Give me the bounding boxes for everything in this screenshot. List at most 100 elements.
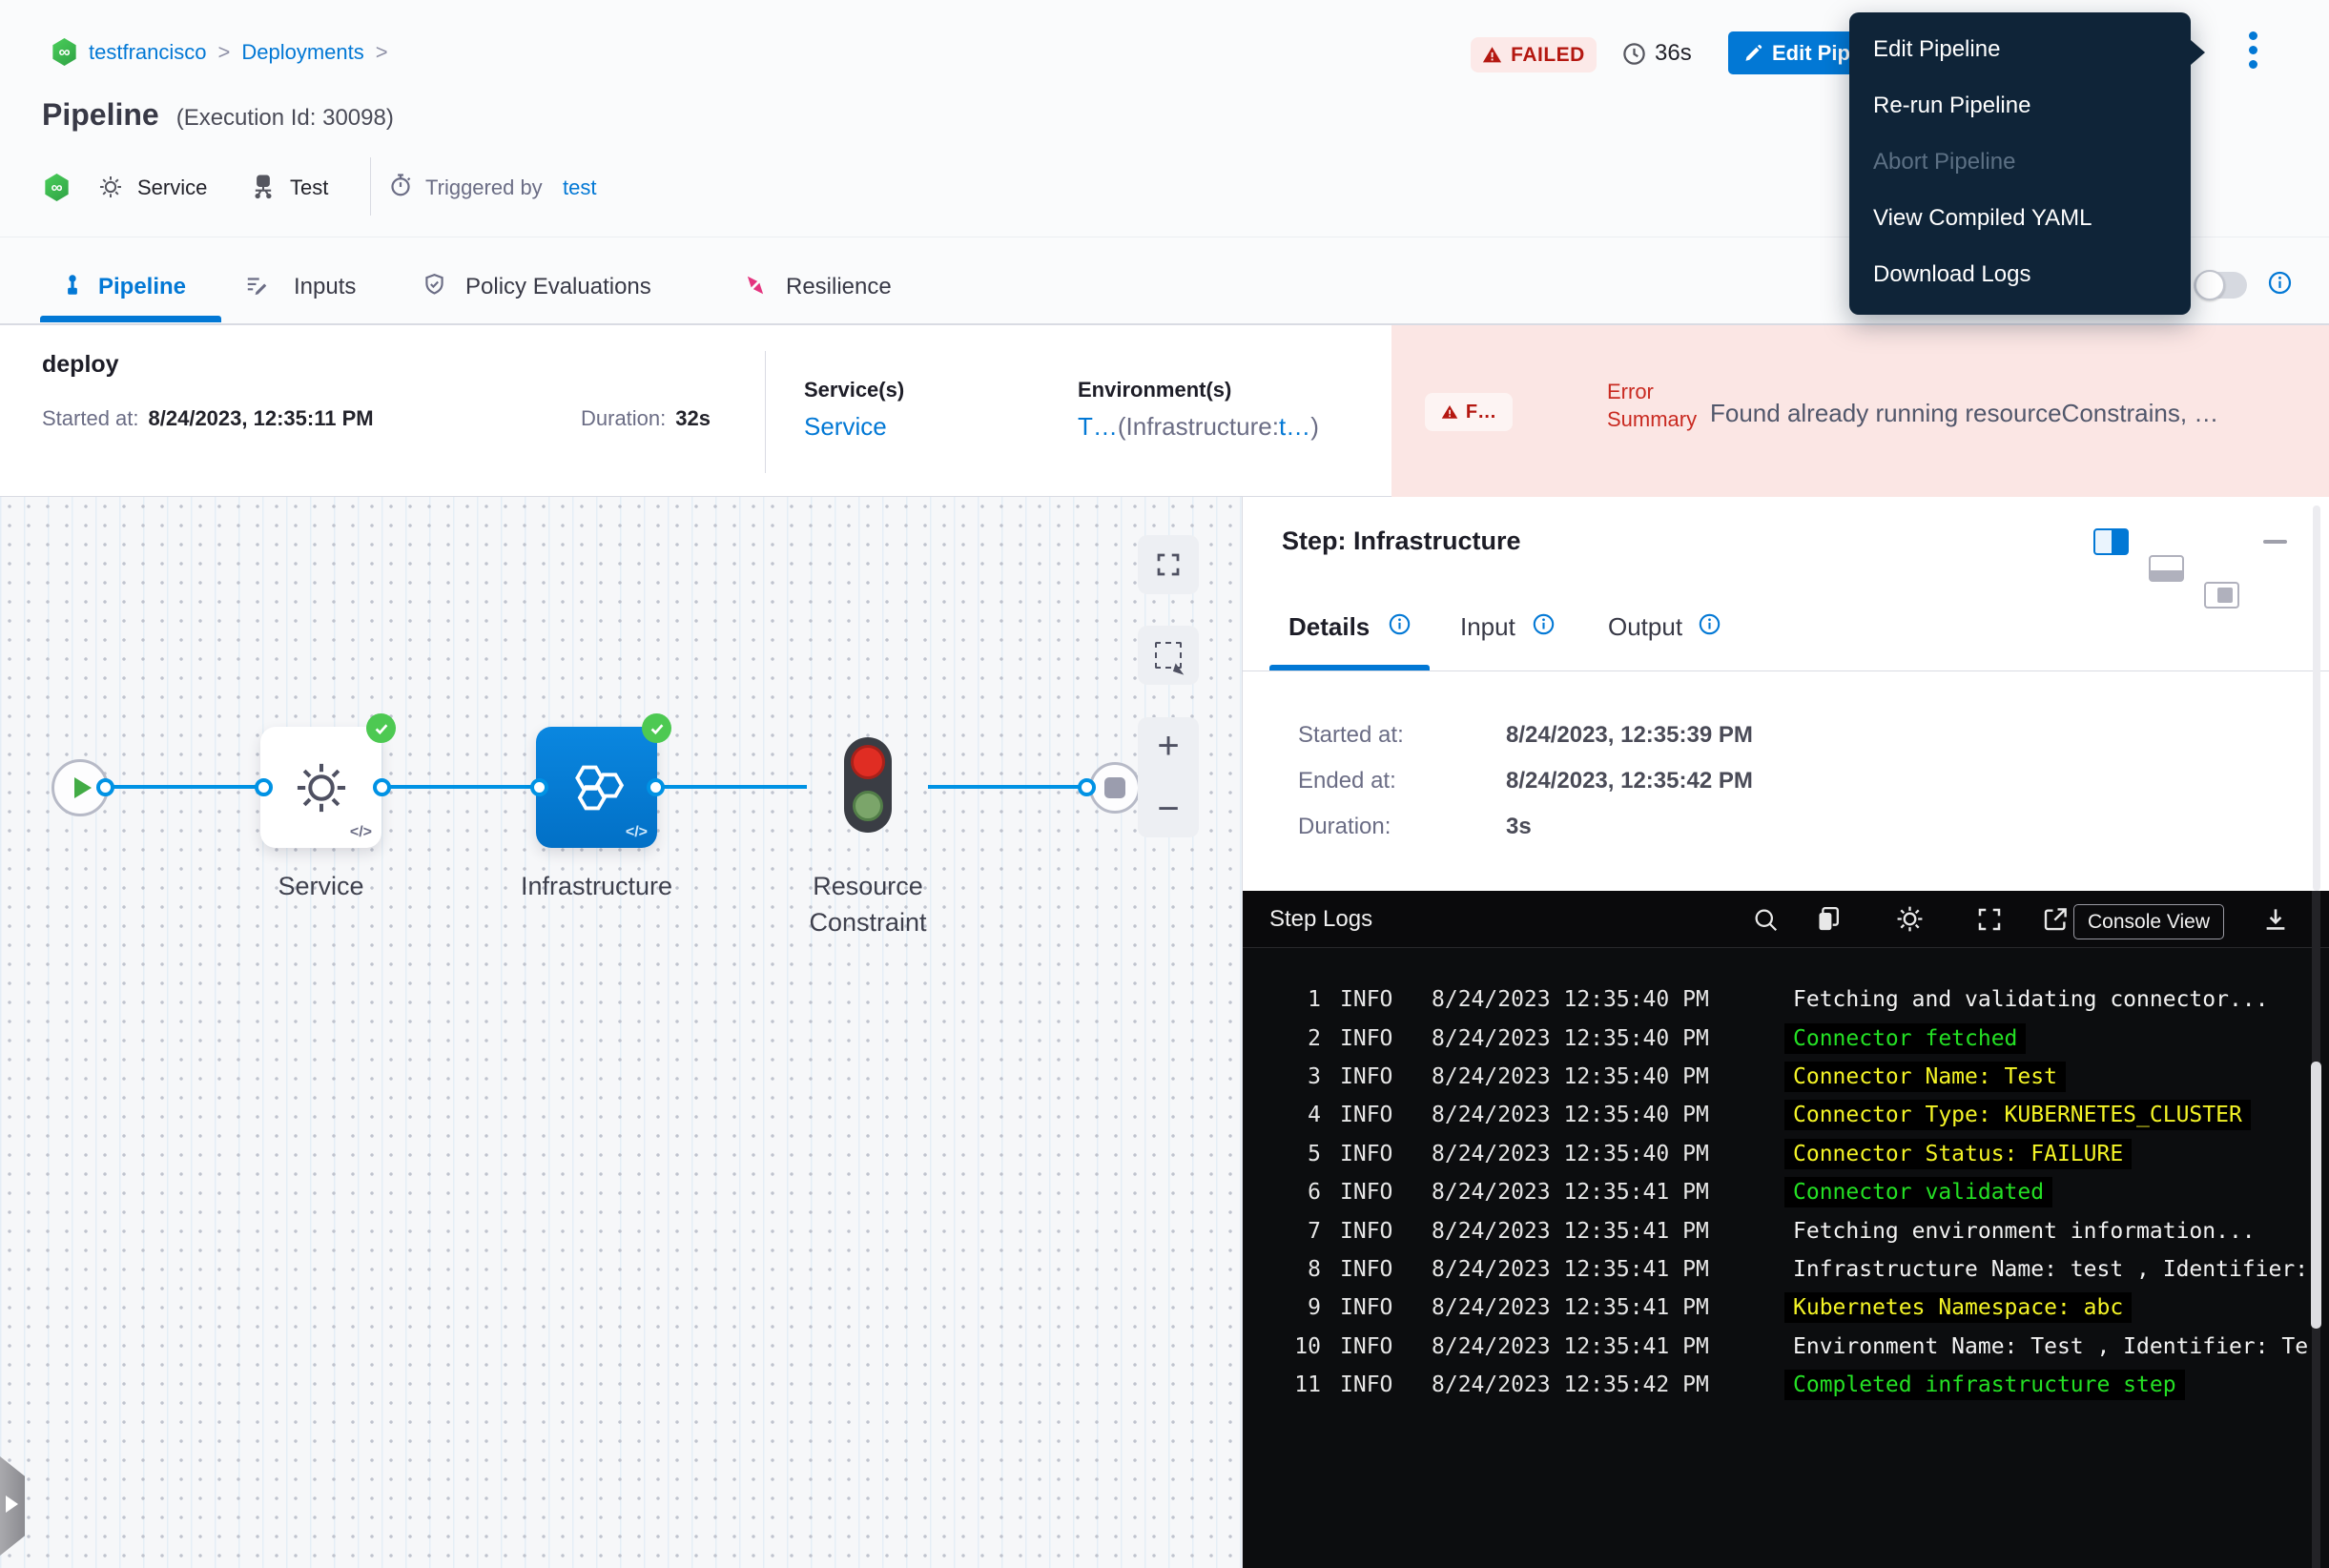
elapsed-time: 36s (1621, 40, 1692, 67)
status-badge-failed: FAILED (1471, 37, 1597, 72)
log-row: 5 INFO 8/24/2023 12:35:40 PM Connector S… (1269, 1135, 2313, 1173)
tab-input[interactable]: Input (1460, 612, 1515, 642)
minimize-panel-icon[interactable] (2263, 540, 2287, 544)
copy-icon[interactable] (1813, 904, 1843, 934)
environments-label: Environment(s) (1078, 378, 1231, 402)
triggered-by-label: Triggered by (425, 175, 543, 200)
console-scrollbar-thumb[interactable] (2311, 1062, 2321, 1329)
connector-line (928, 785, 1087, 789)
connector-point (647, 778, 665, 796)
right-triangle-icon (6, 1496, 18, 1513)
layout-panel-icon[interactable] (2204, 582, 2239, 609)
play-icon (74, 777, 92, 798)
menu-item[interactable]: Re-run Pipeline (1849, 77, 2191, 134)
console-view-button[interactable]: Console View (2073, 904, 2224, 939)
error-summary-label: Error Summary (1607, 378, 1697, 433)
layout-right-split-icon[interactable] (2093, 528, 2129, 555)
duration-label: Duration: (581, 406, 666, 431)
environment-name[interactable]: Test (290, 175, 328, 200)
tab-inputs[interactable]: Inputs (294, 274, 356, 300)
log-row: 2 INFO 8/24/2023 12:35:40 PM Connector f… (1269, 1019, 2313, 1057)
search-icon[interactable] (1751, 905, 1780, 934)
menu-item[interactable]: Abort Pipeline (1849, 134, 2191, 190)
download-logs-icon[interactable] (2261, 905, 2290, 934)
menu-item[interactable]: Download Logs (1849, 246, 2191, 302)
log-rows: 1 INFO 8/24/2023 12:35:40 PM Fetching an… (1243, 948, 2313, 1404)
service-link[interactable]: Service (804, 412, 887, 442)
view-toggle[interactable] (2194, 272, 2247, 299)
service-name[interactable]: Service (137, 175, 207, 200)
more-options-kebab-icon[interactable] (2240, 31, 2265, 79)
environment-link[interactable]: T… (1078, 412, 1118, 442)
breadcrumb-project-link[interactable]: testfrancisco (89, 40, 207, 65)
info-icon[interactable] (1698, 612, 1721, 636)
page-title: Pipeline (42, 97, 159, 133)
tab-output[interactable]: Output (1608, 612, 1682, 642)
stage-name[interactable]: deploy (42, 351, 119, 379)
open-in-new-tab-icon[interactable] (2041, 905, 2070, 934)
log-row: 1 INFO 8/24/2023 12:35:40 PM Fetching an… (1269, 980, 2313, 1019)
error-summary-message: Found already running resourceConstrains… (1710, 399, 2218, 428)
info-icon[interactable] (2267, 270, 2293, 296)
info-icon[interactable] (1532, 612, 1556, 636)
console-title: Step Logs (1269, 906, 1372, 933)
panel-scrollbar-track[interactable] (2313, 505, 2320, 891)
log-row: 11 INFO 8/24/2023 12:35:42 PM Completed … (1269, 1366, 2313, 1404)
triggered-by-user-link[interactable]: test (563, 175, 596, 200)
node-service[interactable]: </> (260, 727, 381, 848)
infrastructure-hexagons-icon (567, 758, 627, 817)
error-summary-section: F… Error Summary Found already running r… (1391, 325, 2329, 497)
breadcrumb-deployments-link[interactable]: Deployments (241, 40, 363, 65)
pipeline-graph-canvas[interactable]: </> Service </> Infrastructure (0, 497, 1242, 1568)
resilience-tab-icon (743, 273, 768, 298)
success-check-badge (366, 713, 396, 743)
cd-module-icon: ∞ (44, 174, 70, 201)
connector-point (1078, 778, 1096, 796)
step-panel-title: Step: Infrastructure (1282, 526, 1521, 556)
fullscreen-icon[interactable] (1975, 905, 2004, 934)
log-row: 10 INFO 8/24/2023 12:35:41 PM Environmen… (1269, 1328, 2313, 1366)
breadcrumb: ∞ testfrancisco > Deployments > (52, 38, 388, 66)
divider (370, 157, 371, 216)
tab-resilience[interactable]: Resilience (786, 274, 892, 300)
end-node[interactable] (1089, 762, 1141, 814)
menu-item[interactable]: View Compiled YAML (1849, 190, 2191, 246)
divider (765, 351, 766, 473)
tab-details[interactable]: Details (1288, 612, 1370, 642)
connector-line (655, 785, 807, 789)
warning-triangle-icon (1482, 45, 1502, 65)
log-row: 3 INFO 8/24/2023 12:35:40 PM Connector N… (1269, 1058, 2313, 1096)
gear-icon (291, 757, 352, 818)
info-icon[interactable] (1388, 612, 1412, 636)
node-label-service: Service (232, 868, 410, 904)
connector-point (255, 778, 273, 796)
zoom-in-button[interactable]: + (1157, 727, 1179, 765)
code-glyph: </> (626, 824, 648, 841)
harness-cd-logo-icon: ∞ (52, 38, 77, 66)
infrastructure-link[interactable]: t… (1279, 412, 1310, 442)
started-at-value: 8/24/2023, 12:35:11 PM (149, 406, 374, 431)
layout-bottom-split-icon[interactable] (2149, 555, 2184, 582)
menu-pointer-notch (2191, 40, 2205, 65)
console-header: Step Logs Console View (1243, 891, 2329, 948)
field-row: Started at: 8/24/2023, 12:35:39 PM (1243, 712, 2101, 758)
tab-policy-evaluations[interactable]: Policy Evaluations (465, 274, 651, 300)
pencil-icon (1742, 43, 1763, 64)
node-resource-constraint[interactable] (844, 737, 892, 833)
node-infrastructure[interactable]: </> (536, 727, 657, 848)
expand-panel-handle[interactable] (0, 1456, 25, 1556)
connector-point (373, 778, 391, 796)
canvas-zoom-control: + − (1138, 717, 1199, 837)
canvas-fullscreen-button[interactable] (1138, 535, 1199, 594)
services-label: Service(s) (804, 378, 904, 402)
log-row: 6 INFO 8/24/2023 12:35:41 PM Connector v… (1269, 1173, 2313, 1211)
traffic-light-red-icon (851, 745, 885, 779)
field-row: Duration: 3s (1243, 804, 2101, 850)
menu-item[interactable]: Edit Pipeline (1849, 21, 2191, 77)
canvas-select-button[interactable] (1138, 626, 1199, 685)
zoom-out-button[interactable]: − (1157, 790, 1179, 828)
log-settings-gear-icon[interactable] (1894, 903, 1926, 935)
tab-pipeline[interactable]: Pipeline (98, 274, 186, 300)
log-row: 9 INFO 8/24/2023 12:35:41 PM Kubernetes … (1269, 1289, 2313, 1327)
pipeline-tab-icon (60, 273, 85, 298)
